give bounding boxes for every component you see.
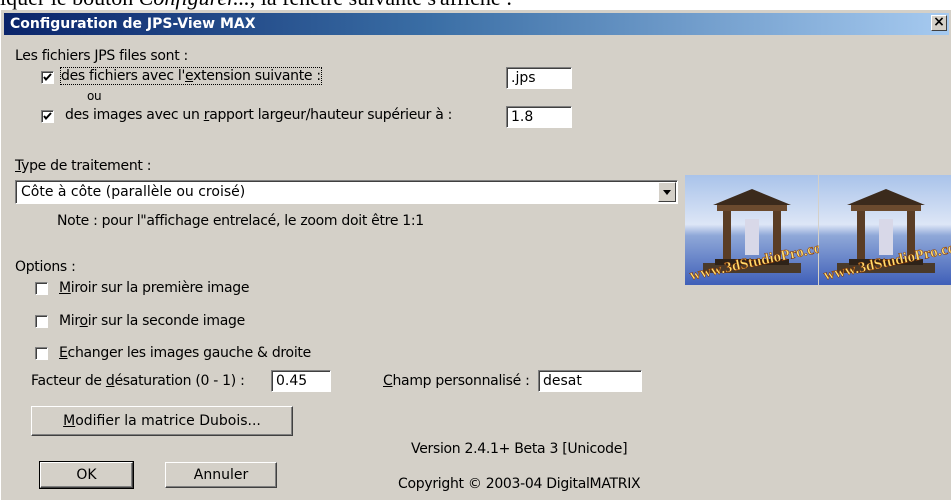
- caption-italic: Configurer...: [139, 0, 250, 10]
- swap-checkbox[interactable]: [35, 347, 48, 360]
- preview-right: www.3dStudioPro.com: [819, 175, 951, 285]
- mirror-first-rest: iroir sur la première image: [70, 280, 250, 296]
- chevron-down-icon: [663, 190, 671, 195]
- swap-rest: changer les images gauche & droite: [67, 345, 312, 361]
- desat-field[interactable]: 0.45: [271, 370, 331, 392]
- custom-rest: hamp personnalisé :: [392, 373, 530, 389]
- mirror-second-checkbox[interactable]: [35, 315, 48, 328]
- ratio-label-pre: des images avec un: [65, 107, 204, 123]
- processing-selected: Côte à côte (parallèle ou croisé): [21, 184, 246, 200]
- ok-button[interactable]: OK: [39, 461, 134, 489]
- cancel-button[interactable]: Annuler: [165, 462, 277, 488]
- preview-left: www.3dStudioPro.com: [685, 175, 836, 285]
- ratio-checkbox[interactable]: [41, 110, 54, 123]
- ratio-label[interactable]: des images avec un rapport largeur/haute…: [65, 107, 452, 123]
- files-heading: Les fichiers JPS files sont :: [15, 48, 188, 64]
- ext-label-accel: e: [185, 68, 194, 84]
- close-icon: ×: [933, 14, 945, 30]
- extension-field[interactable]: .jps: [506, 67, 572, 89]
- dubois-accel: M: [63, 413, 76, 429]
- checkmark-icon: [43, 73, 52, 82]
- dialog-title: Configuration de JPS-View MAX: [10, 16, 256, 32]
- title-bar[interactable]: Configuration de JPS-View MAX ×: [4, 13, 949, 35]
- desat-pre: Facteur de: [31, 373, 106, 389]
- ratio-label-post: apport largeur/hauteur supérieur à :: [209, 107, 453, 123]
- checkmark-icon: [43, 112, 52, 121]
- custom-field[interactable]: desat: [538, 370, 642, 392]
- dubois-rest: odifier la matrice Dubois...: [75, 413, 261, 429]
- processing-select[interactable]: Côte à côte (parallèle ou croisé): [15, 180, 678, 204]
- mirror-first-label[interactable]: Miroir sur la première image: [59, 280, 249, 296]
- mirror-first-accel: M: [59, 280, 71, 296]
- mirror-second-rest: ir sur la seconde image: [87, 313, 245, 329]
- stereo-preview-image: www.3dStudioPro.com www.3dStudioPro.com: [685, 175, 951, 285]
- options-heading: Options :: [15, 259, 76, 275]
- mirror-second-accel: o: [79, 313, 89, 329]
- desat-label: Facteur de désaturation (0 - 1) :: [31, 373, 245, 389]
- ext-checkbox[interactable]: [41, 71, 54, 84]
- dropdown-button[interactable]: [658, 182, 676, 202]
- caption-suffix: , la fenêtre suivante s'affiche :: [250, 0, 513, 10]
- processing-label: Type de traitement :: [15, 158, 151, 174]
- swap-accel: E: [59, 345, 68, 361]
- version-text: Version 2.4.1+ Beta 3 [Unicode]: [411, 441, 628, 457]
- copyright-text: Copyright © 2003-04 DigitalMATRIX: [398, 476, 641, 492]
- ext-label[interactable]: des fichiers avec l'extension suivante :: [60, 67, 322, 85]
- processing-note: Note : pour l"affichage entrelacé, le zo…: [57, 213, 424, 229]
- mirror-second-label[interactable]: Miroir sur la seconde image: [59, 313, 245, 329]
- processing-label-rest: ype de traitement :: [21, 158, 152, 174]
- ext-label-post: xtension suivante :: [193, 68, 321, 84]
- mirror-second-pre: Mir: [59, 313, 80, 329]
- mirror-first-checkbox[interactable]: [35, 282, 48, 295]
- config-dialog: Configuration de JPS-View MAX × Les fich…: [0, 10, 951, 500]
- caption-prefix: iquer le bouton: [0, 0, 139, 10]
- ratio-field[interactable]: 1.8: [506, 106, 572, 128]
- close-button[interactable]: ×: [931, 15, 947, 31]
- custom-label: Champ personnalisé :: [383, 373, 530, 389]
- or-label: ou: [87, 89, 102, 103]
- modify-dubois-button[interactable]: Modifier la matrice Dubois...: [31, 406, 293, 436]
- desat-rest: ésaturation (0 - 1) :: [114, 373, 245, 389]
- ext-label-pre: des fichiers avec l': [61, 68, 185, 84]
- swap-label[interactable]: Echanger les images gauche & droite: [59, 345, 311, 361]
- document-caption: iquer le bouton Configurer..., la fenêtr…: [0, 0, 951, 10]
